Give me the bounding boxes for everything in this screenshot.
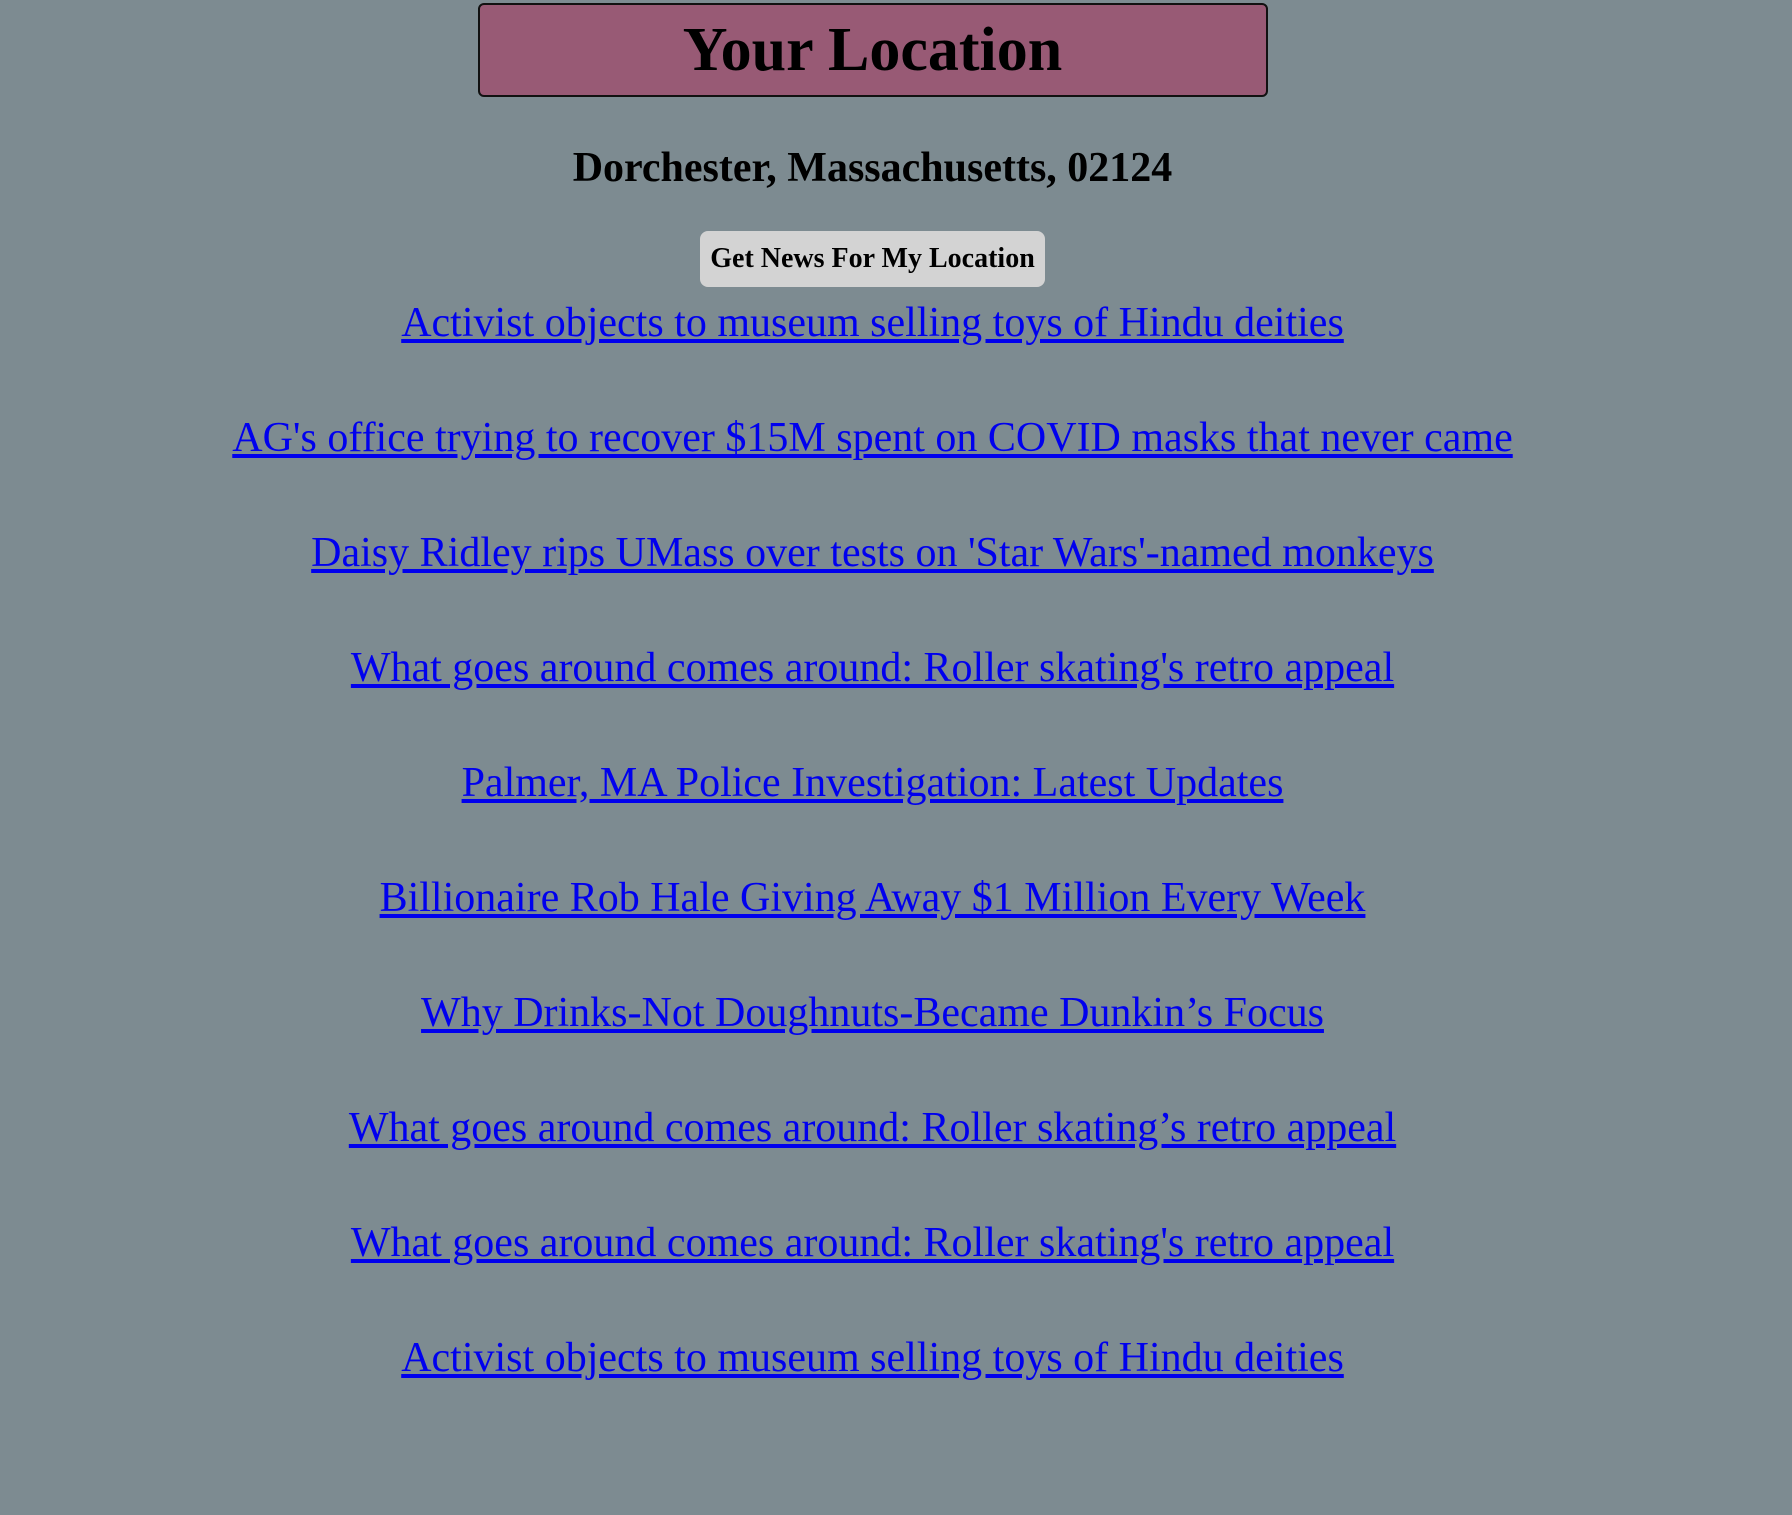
news-link[interactable]: Activist objects to museum selling toys …	[401, 1334, 1344, 1449]
news-link[interactable]: What goes around comes around: Roller sk…	[351, 644, 1394, 759]
page-title: Your Location	[682, 15, 1063, 84]
news-link[interactable]: What goes around comes around: Roller sk…	[349, 1104, 1396, 1219]
news-link[interactable]: Daisy Ridley rips UMass over tests on 'S…	[311, 529, 1434, 644]
header-banner: Your Location	[477, 3, 1268, 97]
news-link[interactable]: AG's office trying to recover $15M spent…	[232, 414, 1512, 529]
news-link[interactable]: Why Drinks-Not Doughnuts-Became Dunkin’s…	[421, 989, 1324, 1104]
news-list: Activist objects to museum selling toys …	[0, 299, 1745, 1449]
news-link[interactable]: Activist objects to museum selling toys …	[401, 299, 1344, 414]
get-news-button[interactable]: Get News For My Location	[700, 231, 1045, 287]
page: Your Location Dorchester, Massachusetts,…	[0, 3, 1745, 1449]
news-link[interactable]: Palmer, MA Police Investigation: Latest …	[462, 759, 1284, 874]
news-link[interactable]: What goes around comes around: Roller sk…	[351, 1219, 1394, 1334]
location-text: Dorchester, Massachusetts, 02124	[572, 145, 1173, 191]
news-link[interactable]: Billionaire Rob Hale Giving Away $1 Mill…	[380, 874, 1366, 989]
